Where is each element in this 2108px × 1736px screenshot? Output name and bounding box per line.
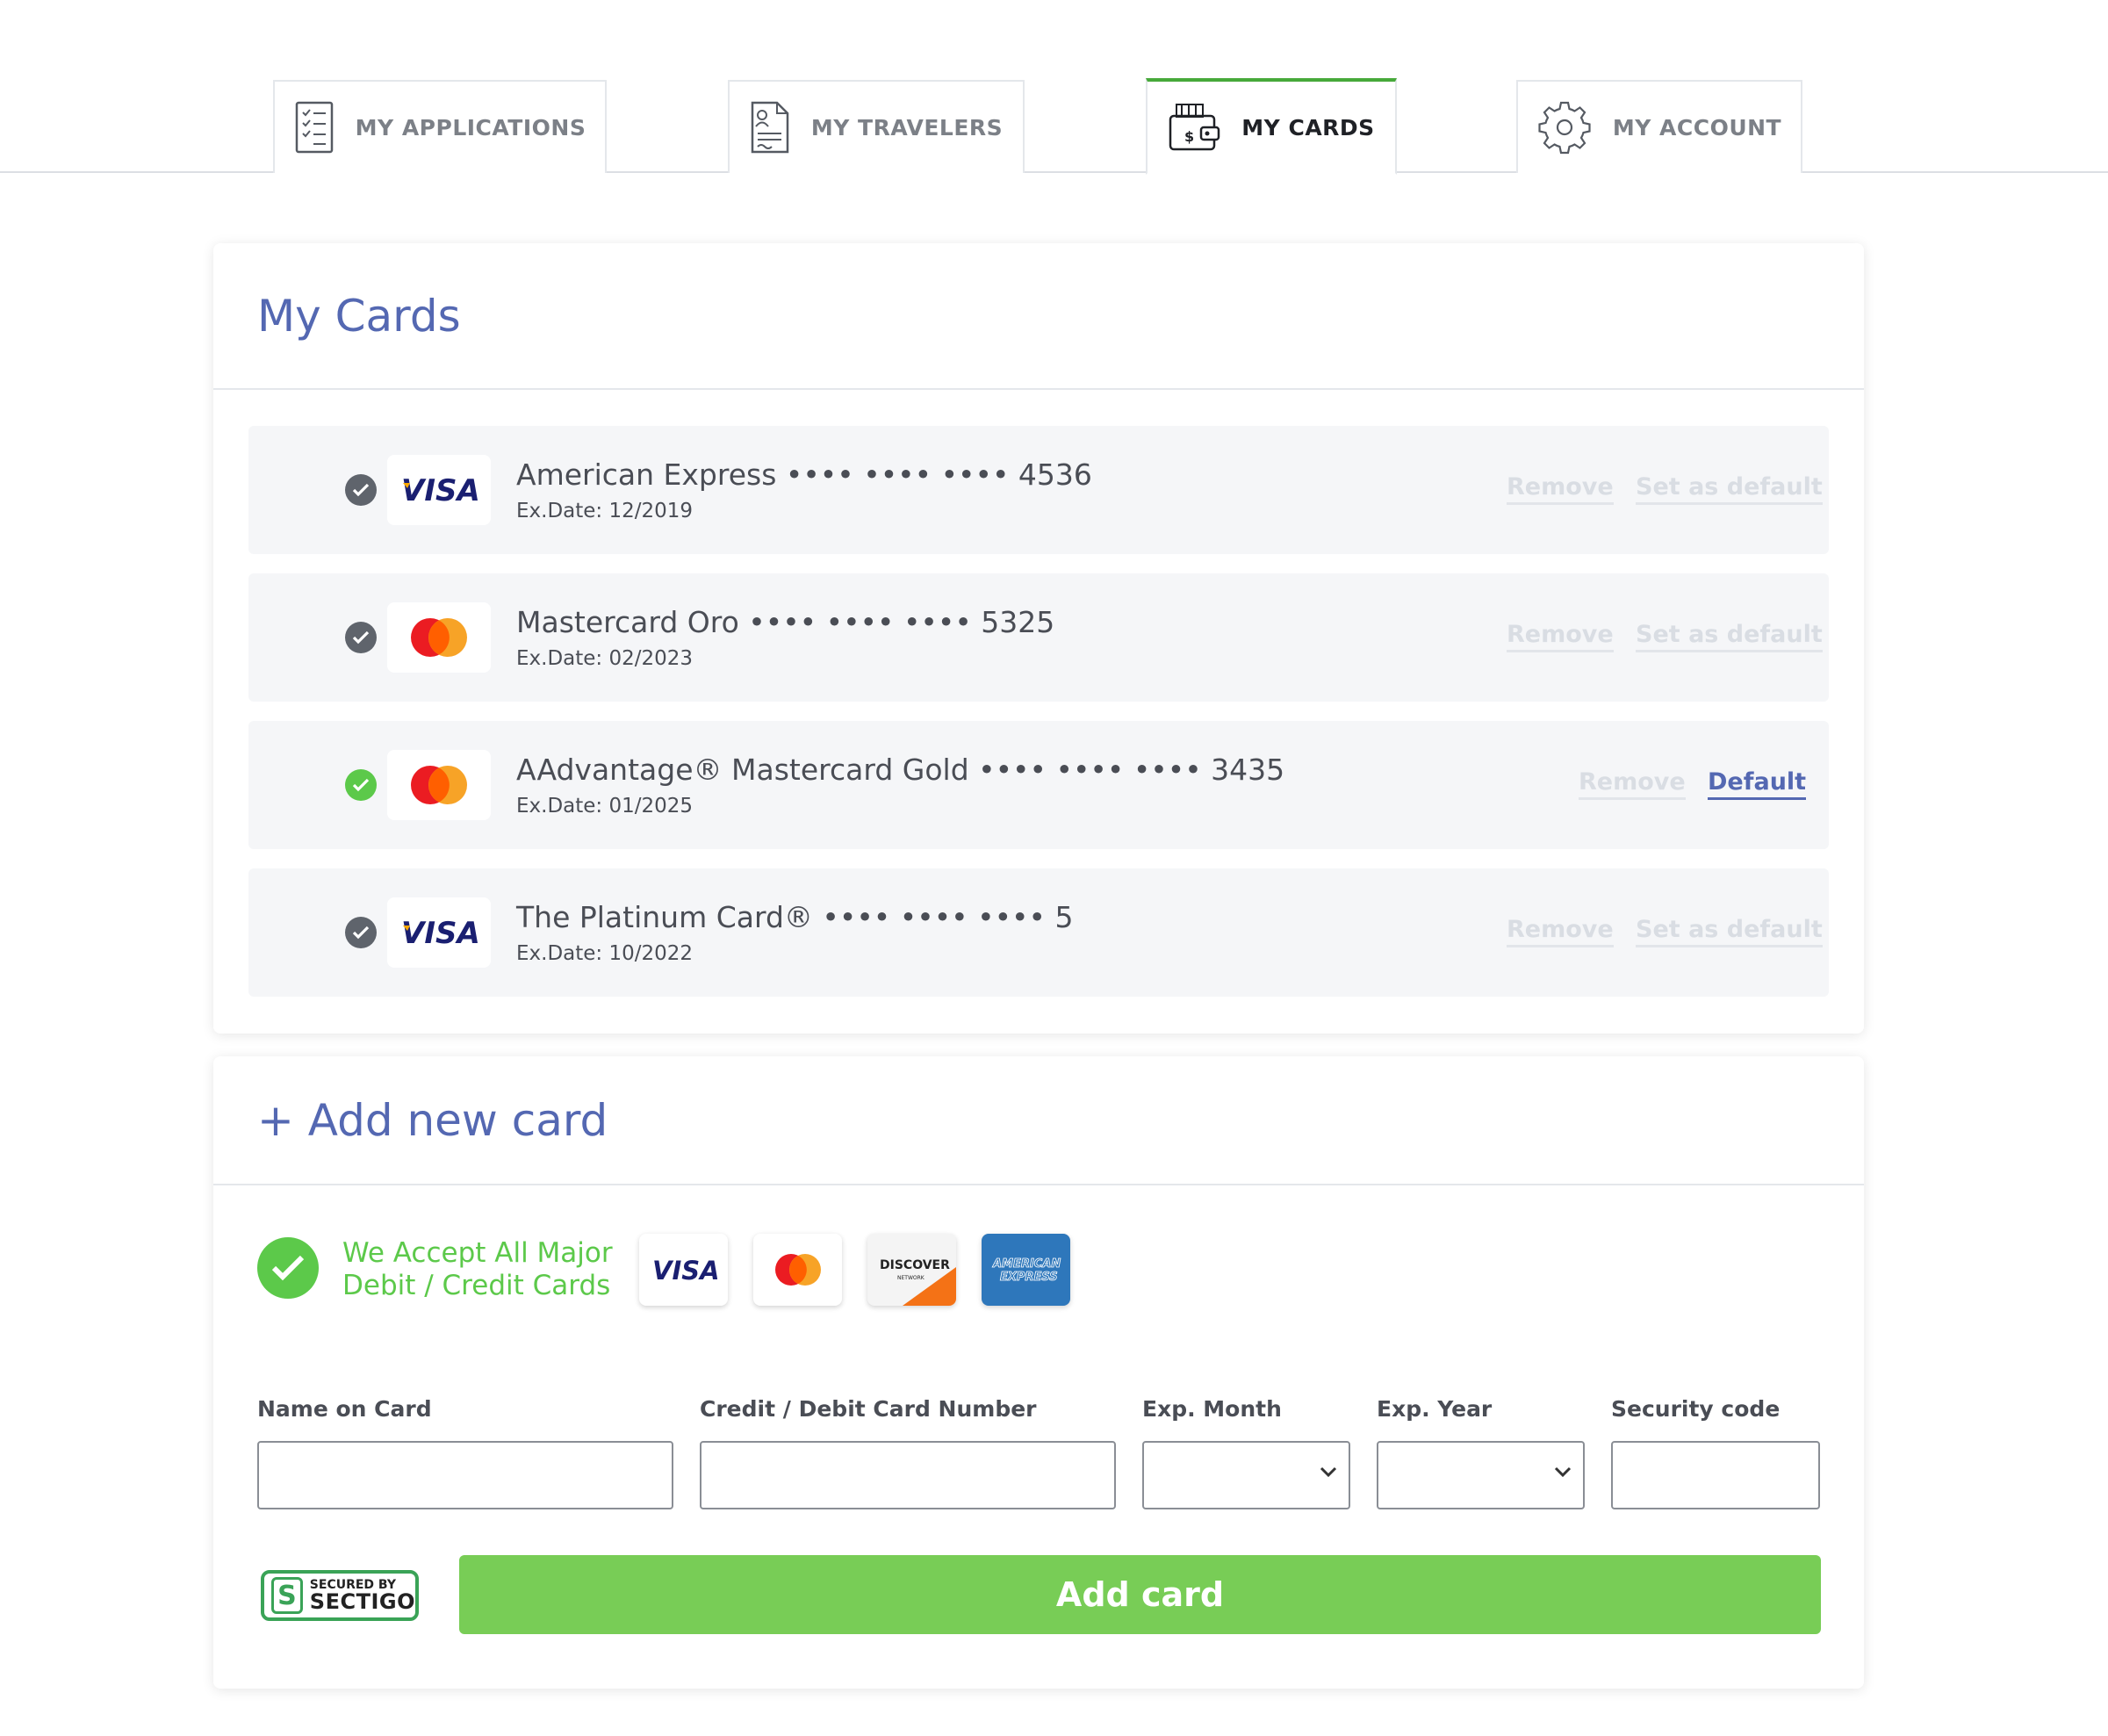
remove-link[interactable]: Remove xyxy=(1507,916,1614,947)
selected-check-icon[interactable] xyxy=(345,622,377,653)
mastercard-logo xyxy=(753,1234,842,1306)
card-expiry: Ex.Date: 12/2019 xyxy=(516,500,694,522)
saved-card-row[interactable]: VISA American Express •••• •••• •••• 453… xyxy=(248,426,1829,554)
mastercard-logo xyxy=(387,750,491,820)
svg-text:NETWORK: NETWORK xyxy=(897,1275,925,1281)
card-expiry: Ex.Date: 10/2022 xyxy=(516,942,694,965)
card-expiry: Ex.Date: 02/2023 xyxy=(516,647,694,670)
name-on-card-input[interactable] xyxy=(257,1441,673,1509)
card-name: American Express •••• •••• •••• 4536 xyxy=(516,457,1092,492)
remove-link[interactable]: Remove xyxy=(1507,621,1614,652)
svg-text:VISA: VISA xyxy=(401,917,478,948)
add-card-header: + Add new card xyxy=(213,1056,1864,1185)
default-badge[interactable]: Default xyxy=(1708,768,1807,800)
exp-year-label: Exp. Year xyxy=(1377,1396,1493,1422)
exp-month-select[interactable] xyxy=(1142,1441,1350,1509)
add-card-title: + Add new card xyxy=(257,1094,608,1146)
card-name: The Platinum Card® •••• •••• •••• 5 xyxy=(516,900,1074,934)
visa-logo: VISA xyxy=(387,455,491,525)
svg-text:VISA: VISA xyxy=(401,474,478,506)
gear-icon xyxy=(1538,101,1591,155)
svg-text:DISCOVER: DISCOVER xyxy=(880,1258,950,1272)
set-default-link[interactable]: Set as default xyxy=(1636,473,1823,505)
mastercard-logo xyxy=(387,602,491,673)
tab-label: MY APPLICATIONS xyxy=(355,114,586,140)
set-default-link[interactable]: Set as default xyxy=(1636,916,1823,947)
tab-bar: MY APPLICATIONS MY TRAVELERS $ MY CARDS … xyxy=(0,0,2108,175)
discover-logo: DISCOVER NETWORK xyxy=(867,1234,956,1306)
amex-logo: AMERICAN EXPRESS xyxy=(982,1234,1070,1306)
saved-card-row[interactable]: Mastercard Oro •••• •••• •••• 5325 Ex.Da… xyxy=(248,573,1829,702)
sectigo-badge: S SECURED BY SECTIGO xyxy=(261,1570,419,1621)
exp-year-select[interactable] xyxy=(1377,1441,1585,1509)
selected-check-icon[interactable] xyxy=(345,474,377,506)
saved-card-row[interactable]: VISA The Platinum Card® •••• •••• •••• 5… xyxy=(248,868,1829,997)
my-cards-panel: My Cards VISA American Express •••• ••••… xyxy=(213,243,1864,1034)
travelers-icon xyxy=(751,101,789,154)
card-name: AAdvantage® Mastercard Gold •••• •••• ••… xyxy=(516,753,1285,787)
wallet-icon: $ xyxy=(1169,104,1220,151)
applications-icon xyxy=(295,101,333,154)
remove-link[interactable]: Remove xyxy=(1579,768,1686,800)
tab-my-cards[interactable]: $ MY CARDS xyxy=(1146,78,1397,175)
accept-check-icon xyxy=(257,1237,319,1299)
exp-month-select-wrap[interactable] xyxy=(1142,1441,1350,1509)
security-code-label: Security code xyxy=(1611,1396,1781,1422)
tab-my-account[interactable]: MY ACCOUNT xyxy=(1516,80,1802,173)
exp-year-select-wrap[interactable] xyxy=(1377,1441,1585,1509)
svg-text:VISA: VISA xyxy=(652,1257,717,1283)
card-name: Mastercard Oro •••• •••• •••• 5325 xyxy=(516,605,1055,639)
set-default-link[interactable]: Set as default xyxy=(1636,621,1823,652)
visa-logo: VISA xyxy=(639,1234,728,1306)
card-number-label: Credit / Debit Card Number xyxy=(700,1396,1037,1422)
svg-text:AMERICAN: AMERICAN xyxy=(992,1257,1061,1271)
tab-label: MY TRAVELERS xyxy=(810,114,1004,140)
tab-my-applications[interactable]: MY APPLICATIONS xyxy=(273,80,607,173)
visa-logo: VISA xyxy=(387,897,491,968)
name-on-card-label: Name on Card xyxy=(257,1396,432,1422)
my-cards-header: My Cards xyxy=(213,243,1864,390)
add-card-button[interactable]: Add card xyxy=(459,1555,1821,1634)
selected-check-icon[interactable] xyxy=(345,769,377,801)
my-cards-title: My Cards xyxy=(257,290,461,342)
sectigo-big-text: SECTIGO xyxy=(309,1589,415,1614)
page: MY APPLICATIONS MY TRAVELERS $ MY CARDS … xyxy=(0,0,2108,1736)
card-number-input[interactable] xyxy=(700,1441,1116,1509)
svg-text:$: $ xyxy=(1184,128,1195,145)
card-expiry: Ex.Date: 01/2025 xyxy=(516,795,694,818)
saved-card-row[interactable]: AAdvantage® Mastercard Gold •••• •••• ••… xyxy=(248,721,1829,849)
sectigo-s-icon: S xyxy=(271,1577,303,1614)
svg-text:EXPRESS: EXPRESS xyxy=(1000,1271,1058,1284)
remove-link[interactable]: Remove xyxy=(1507,473,1614,505)
security-code-input[interactable] xyxy=(1611,1441,1820,1509)
accept-text: We Accept All Major Debit / Credit Cards xyxy=(342,1237,613,1301)
tab-label: MY CARDS xyxy=(1241,114,1375,140)
selected-check-icon[interactable] xyxy=(345,917,377,948)
exp-month-label: Exp. Month xyxy=(1142,1396,1282,1422)
tab-label: MY ACCOUNT xyxy=(1612,114,1782,140)
tab-my-travelers[interactable]: MY TRAVELERS xyxy=(728,80,1025,173)
add-card-panel: + Add new card We Accept All Major Debit… xyxy=(213,1056,1864,1689)
